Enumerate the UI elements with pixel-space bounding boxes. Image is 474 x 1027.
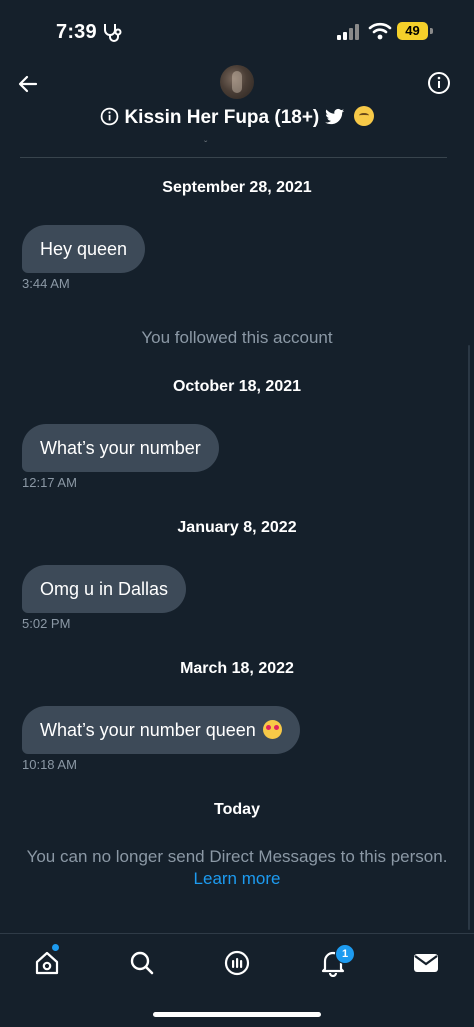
message-bubble[interactable]: What’s your number bbox=[22, 424, 219, 472]
info-circle-icon bbox=[100, 107, 119, 126]
arrow-left-icon bbox=[18, 75, 38, 93]
stethoscope-icon bbox=[104, 24, 122, 42]
learn-more-link[interactable]: Learn more bbox=[0, 869, 474, 889]
date-separator: Today bbox=[214, 801, 260, 818]
chat-title[interactable]: Kissin Her Fupa (18+) bbox=[0, 106, 474, 129]
message-text: What’s your number queen bbox=[40, 720, 256, 740]
avatar[interactable] bbox=[220, 65, 254, 99]
status-bar: 7:39 49 bbox=[0, 0, 474, 60]
search-icon bbox=[130, 951, 154, 975]
nav-spaces[interactable] bbox=[222, 948, 252, 978]
spaces-icon bbox=[224, 950, 250, 976]
followed-note: You followed this account bbox=[141, 328, 333, 347]
chat-title-text: Kissin Her Fupa (18+) bbox=[124, 107, 320, 128]
header-peek-divider: ˇ bbox=[204, 140, 208, 151]
header-divider bbox=[20, 157, 447, 158]
message-timestamp: 12:17 AM bbox=[22, 475, 77, 490]
info-button[interactable] bbox=[426, 70, 452, 96]
date-separator: October 18, 2021 bbox=[172, 378, 302, 395]
home-unread-dot bbox=[52, 944, 59, 951]
info-icon bbox=[428, 72, 450, 94]
date-separator: September 28, 2021 bbox=[162, 179, 312, 196]
battery-icon: 49 bbox=[397, 22, 433, 40]
wifi-icon bbox=[368, 22, 392, 40]
message-bubble[interactable]: Omg u in Dallas bbox=[22, 565, 187, 613]
signal-icon bbox=[337, 24, 359, 40]
battery-level: 49 bbox=[397, 22, 428, 40]
date-separator: March 18, 2022 bbox=[180, 660, 294, 677]
nav-home[interactable] bbox=[32, 948, 62, 978]
date-separator: January 8, 2022 bbox=[177, 519, 297, 536]
message-timestamp: 10:18 AM bbox=[22, 757, 77, 772]
message-timestamp: 5:02 PM bbox=[22, 616, 71, 631]
blocked-note: You can no longer send Direct Messages t… bbox=[26, 847, 448, 866]
message-bubble[interactable]: Hey queen bbox=[22, 225, 146, 273]
message-timestamp: 3:44 AM bbox=[22, 276, 70, 291]
mail-icon bbox=[414, 954, 438, 972]
back-button[interactable] bbox=[14, 70, 42, 98]
heart-eyes-icon bbox=[262, 720, 282, 739]
home-icon bbox=[35, 951, 59, 975]
scrollbar[interactable] bbox=[468, 345, 470, 930]
nav-search[interactable] bbox=[127, 948, 157, 978]
bird-icon bbox=[324, 108, 344, 125]
status-time: 7:39 bbox=[56, 21, 97, 43]
notification-badge: 1 bbox=[335, 944, 355, 964]
message-bubble[interactable]: What’s your number queen bbox=[22, 706, 300, 754]
nav-messages[interactable] bbox=[411, 948, 441, 978]
relieved-face-icon bbox=[353, 106, 374, 126]
home-indicator[interactable] bbox=[153, 1012, 321, 1017]
